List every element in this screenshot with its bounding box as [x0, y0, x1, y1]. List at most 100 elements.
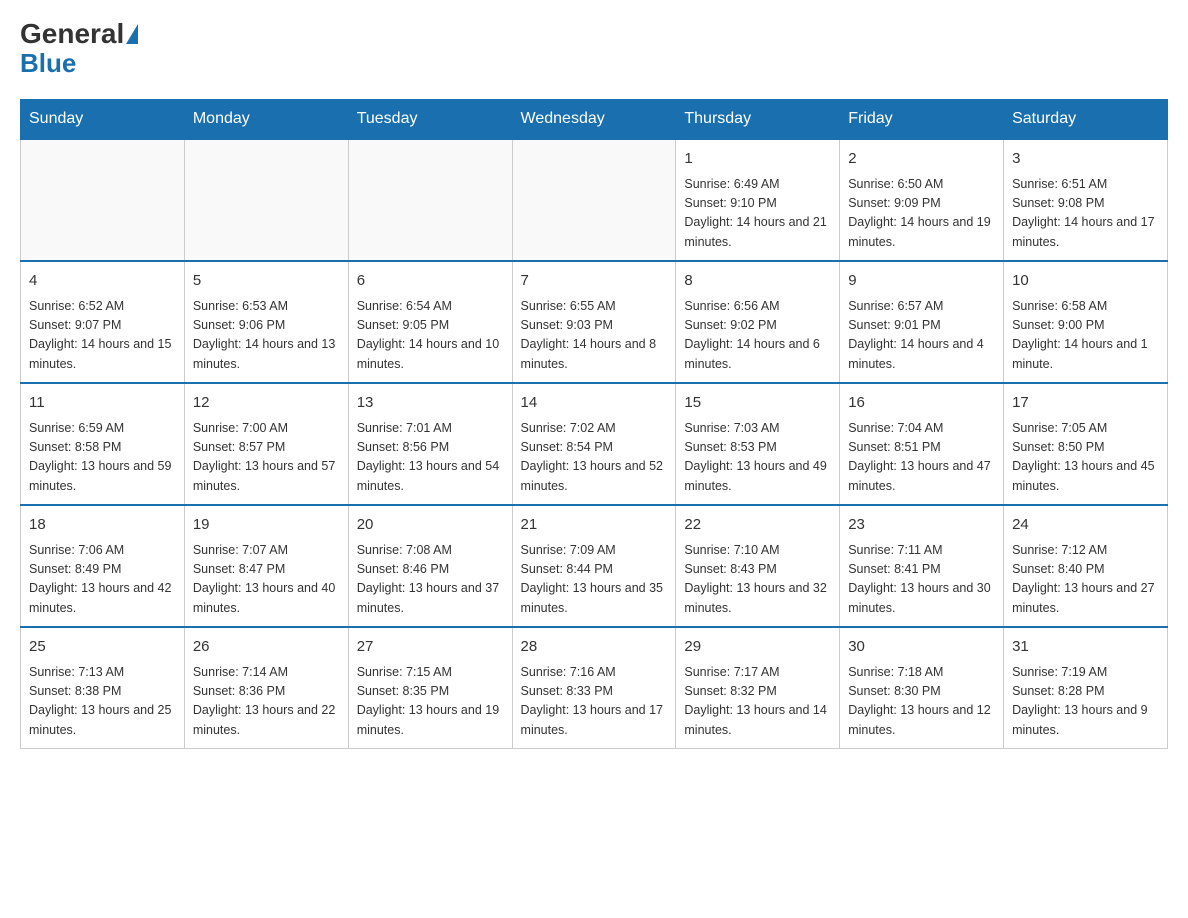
calendar-cell: 9 Sunrise: 6:57 AMSunset: 9:01 PMDaylight…: [840, 261, 1004, 383]
day-number: 19: [193, 514, 340, 537]
day-number: 7: [521, 270, 668, 293]
calendar-cell: 19Sunrise: 7:07 AMSunset: 8:47 PMDayligh…: [184, 505, 348, 627]
weekday-header-sunday: Sunday: [21, 100, 185, 140]
day-info: Sunrise: 7:04 AMSunset: 8:51 PMDaylight:…: [848, 419, 995, 497]
day-number: 28: [521, 636, 668, 659]
calendar-cell: 8Sunrise: 6:56 AMSunset: 9:02 PMDaylight…: [676, 261, 840, 383]
week-row-3: 11 Sunrise: 6:59 AMSunset: 8:58 PMDayligh…: [21, 383, 1168, 505]
day-info: Sunrise: 7:02 AMSunset: 8:54 PMDaylight:…: [521, 419, 668, 497]
day-number: 22: [684, 514, 831, 537]
calendar-cell: [184, 139, 348, 261]
day-info: Sunrise: 7:08 AMSunset: 8:46 PMDaylight:…: [357, 541, 504, 619]
calendar-cell: 26 Sunrise: 7:14 AMSunset: 8:36 PMDayligh…: [184, 627, 348, 749]
day-number: 30: [848, 636, 995, 659]
day-number: 17: [1012, 392, 1159, 415]
weekday-header-row: SundayMondayTuesdayWednesdayThursdayFrid…: [21, 100, 1168, 140]
calendar-cell: 18Sunrise: 7:06 AMSunset: 8:49 PMDayligh…: [21, 505, 185, 627]
calendar-cell: [512, 139, 676, 261]
calendar-cell: 22 Sunrise: 7:10 AMSunset: 8:43 PMDayligh…: [676, 505, 840, 627]
week-row-5: 25 Sunrise: 7:13 AMSunset: 8:38 PMDayligh…: [21, 627, 1168, 749]
day-info: Sunrise: 6:52 AMSunset: 9:07 PMDaylight:…: [29, 297, 176, 375]
weekday-header-thursday: Thursday: [676, 100, 840, 140]
day-number: 16: [848, 392, 995, 415]
calendar-cell: 30 Sunrise: 7:18 AMSunset: 8:30 PMDayligh…: [840, 627, 1004, 749]
day-number: 13: [357, 392, 504, 415]
day-number: 26: [193, 636, 340, 659]
calendar-cell: 10Sunrise: 6:58 AMSunset: 9:00 PMDayligh…: [1004, 261, 1168, 383]
calendar-cell: 15Sunrise: 7:03 AMSunset: 8:53 PMDayligh…: [676, 383, 840, 505]
logo-triangle-icon: [126, 24, 138, 44]
week-row-2: 4 Sunrise: 6:52 AMSunset: 9:07 PMDaylight…: [21, 261, 1168, 383]
weekday-header-friday: Friday: [840, 100, 1004, 140]
day-number: 3: [1012, 148, 1159, 171]
day-info: Sunrise: 7:16 AMSunset: 8:33 PMDaylight:…: [521, 663, 668, 741]
day-info: Sunrise: 6:50 AMSunset: 9:09 PMDaylight:…: [848, 175, 995, 253]
day-info: Sunrise: 7:11 AMSunset: 8:41 PMDaylight:…: [848, 541, 995, 619]
weekday-header-tuesday: Tuesday: [348, 100, 512, 140]
day-number: 1: [684, 148, 831, 171]
day-number: 4: [29, 270, 176, 293]
calendar-cell: 11 Sunrise: 6:59 AMSunset: 8:58 PMDayligh…: [21, 383, 185, 505]
day-info: Sunrise: 6:53 AMSunset: 9:06 PMDaylight:…: [193, 297, 340, 375]
calendar-cell: 23 Sunrise: 7:11 AMSunset: 8:41 PMDayligh…: [840, 505, 1004, 627]
week-row-4: 18Sunrise: 7:06 AMSunset: 8:49 PMDayligh…: [21, 505, 1168, 627]
day-info: Sunrise: 7:18 AMSunset: 8:30 PMDaylight:…: [848, 663, 995, 741]
day-number: 24: [1012, 514, 1159, 537]
day-number: 2: [848, 148, 995, 171]
calendar-cell: 1Sunrise: 6:49 AMSunset: 9:10 PMDaylight…: [676, 139, 840, 261]
calendar-cell: 4 Sunrise: 6:52 AMSunset: 9:07 PMDaylight…: [21, 261, 185, 383]
calendar-cell: 5Sunrise: 6:53 AMSunset: 9:06 PMDaylight…: [184, 261, 348, 383]
day-info: Sunrise: 7:15 AMSunset: 8:35 PMDaylight:…: [357, 663, 504, 741]
day-number: 31: [1012, 636, 1159, 659]
day-info: Sunrise: 7:05 AMSunset: 8:50 PMDaylight:…: [1012, 419, 1159, 497]
logo: General Blue: [20, 20, 138, 79]
logo-general-text: General: [20, 20, 124, 48]
calendar-cell: 7 Sunrise: 6:55 AMSunset: 9:03 PMDaylight…: [512, 261, 676, 383]
calendar-cell: 27 Sunrise: 7:15 AMSunset: 8:35 PMDayligh…: [348, 627, 512, 749]
calendar-cell: 21Sunrise: 7:09 AMSunset: 8:44 PMDayligh…: [512, 505, 676, 627]
calendar-cell: 31 Sunrise: 7:19 AMSunset: 8:28 PMDayligh…: [1004, 627, 1168, 749]
calendar-cell: 29 Sunrise: 7:17 AMSunset: 8:32 PMDayligh…: [676, 627, 840, 749]
weekday-header-monday: Monday: [184, 100, 348, 140]
day-number: 9: [848, 270, 995, 293]
calendar-cell: 20 Sunrise: 7:08 AMSunset: 8:46 PMDayligh…: [348, 505, 512, 627]
day-info: Sunrise: 7:00 AMSunset: 8:57 PMDaylight:…: [193, 419, 340, 497]
calendar-table: SundayMondayTuesdayWednesdayThursdayFrid…: [20, 99, 1168, 749]
page-header: General Blue: [20, 20, 1168, 79]
day-number: 14: [521, 392, 668, 415]
day-info: Sunrise: 6:55 AMSunset: 9:03 PMDaylight:…: [521, 297, 668, 375]
day-info: Sunrise: 6:56 AMSunset: 9:02 PMDaylight:…: [684, 297, 831, 375]
day-number: 23: [848, 514, 995, 537]
day-number: 20: [357, 514, 504, 537]
day-number: 12: [193, 392, 340, 415]
weekday-header-saturday: Saturday: [1004, 100, 1168, 140]
calendar-cell: 12 Sunrise: 7:00 AMSunset: 8:57 PMDayligh…: [184, 383, 348, 505]
day-info: Sunrise: 7:13 AMSunset: 8:38 PMDaylight:…: [29, 663, 176, 741]
day-number: 21: [521, 514, 668, 537]
calendar-cell: 6 Sunrise: 6:54 AMSunset: 9:05 PMDaylight…: [348, 261, 512, 383]
day-info: Sunrise: 7:01 AMSunset: 8:56 PMDaylight:…: [357, 419, 504, 497]
day-info: Sunrise: 7:10 AMSunset: 8:43 PMDaylight:…: [684, 541, 831, 619]
weekday-header-wednesday: Wednesday: [512, 100, 676, 140]
calendar-cell: [21, 139, 185, 261]
day-info: Sunrise: 6:54 AMSunset: 9:05 PMDaylight:…: [357, 297, 504, 375]
day-info: Sunrise: 6:58 AMSunset: 9:00 PMDaylight:…: [1012, 297, 1159, 375]
calendar-cell: 16 Sunrise: 7:04 AMSunset: 8:51 PMDayligh…: [840, 383, 1004, 505]
day-number: 25: [29, 636, 176, 659]
day-info: Sunrise: 6:57 AMSunset: 9:01 PMDaylight:…: [848, 297, 995, 375]
day-info: Sunrise: 6:59 AMSunset: 8:58 PMDaylight:…: [29, 419, 176, 497]
calendar-cell: 3Sunrise: 6:51 AMSunset: 9:08 PMDaylight…: [1004, 139, 1168, 261]
day-number: 27: [357, 636, 504, 659]
day-info: Sunrise: 7:19 AMSunset: 8:28 PMDaylight:…: [1012, 663, 1159, 741]
day-number: 11: [29, 392, 176, 415]
calendar-cell: 13 Sunrise: 7:01 AMSunset: 8:56 PMDayligh…: [348, 383, 512, 505]
day-number: 6: [357, 270, 504, 293]
day-number: 29: [684, 636, 831, 659]
day-info: Sunrise: 7:03 AMSunset: 8:53 PMDaylight:…: [684, 419, 831, 497]
day-info: Sunrise: 7:14 AMSunset: 8:36 PMDaylight:…: [193, 663, 340, 741]
calendar-cell: 2 Sunrise: 6:50 AMSunset: 9:09 PMDaylight…: [840, 139, 1004, 261]
day-info: Sunrise: 7:12 AMSunset: 8:40 PMDaylight:…: [1012, 541, 1159, 619]
day-info: Sunrise: 7:17 AMSunset: 8:32 PMDaylight:…: [684, 663, 831, 741]
calendar-cell: 24 Sunrise: 7:12 AMSunset: 8:40 PMDayligh…: [1004, 505, 1168, 627]
calendar-cell: 25 Sunrise: 7:13 AMSunset: 8:38 PMDayligh…: [21, 627, 185, 749]
